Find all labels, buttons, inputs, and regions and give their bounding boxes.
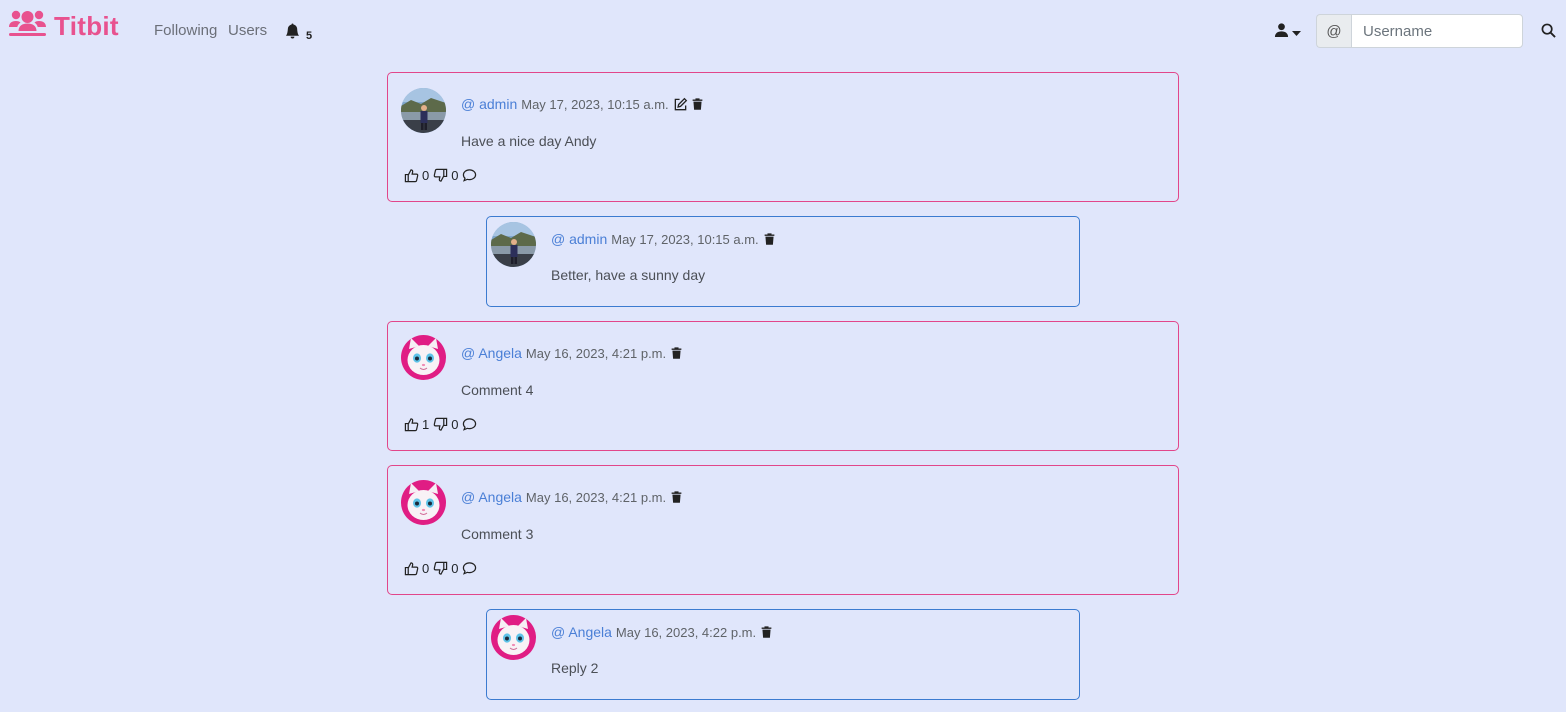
like-count: 1 — [422, 417, 430, 432]
dislike-count: 0 — [451, 561, 459, 576]
reply-text: Better, have a sunny day — [551, 267, 706, 283]
dislike-button[interactable] — [433, 417, 448, 432]
like-button[interactable] — [404, 168, 419, 183]
search-button[interactable] — [1541, 23, 1556, 43]
comment-actions: 1 0 — [404, 417, 477, 432]
author-link[interactable]: @ Angela — [551, 624, 612, 640]
comment-text: Have a nice day Andy — [461, 133, 597, 149]
comment-date: May 16, 2023, 4:21 p.m. — [525, 345, 667, 361]
reply-card: @ admin May 17, 2023, 10:15 a.m. Better,… — [486, 216, 1080, 307]
dislike-count: 0 — [451, 417, 459, 432]
trash-icon — [670, 490, 683, 504]
delete-button[interactable] — [670, 346, 683, 360]
edit-button[interactable] — [673, 97, 688, 112]
reply-card: @ Angela May 16, 2023, 4:22 p.m. Reply 2 — [486, 609, 1080, 700]
pink-cat-avatar-icon — [491, 615, 536, 660]
comment-date: May 17, 2023, 10:15 a.m. — [611, 231, 759, 247]
chat-icon — [462, 168, 477, 183]
delete-button[interactable] — [763, 232, 776, 246]
landscape-photo-avatar-icon — [401, 88, 446, 133]
trash-icon — [670, 346, 683, 360]
avatar[interactable] — [491, 222, 536, 267]
nav-following[interactable]: Following — [154, 22, 217, 39]
top-navbar: Titbit Following Users 5 @ — [0, 0, 1566, 62]
author-link[interactable]: @ Angela — [461, 345, 522, 361]
search-icon — [1541, 23, 1556, 38]
search-prefix: @ — [1316, 14, 1351, 48]
avatar[interactable] — [401, 480, 446, 525]
thumbs-down-icon — [433, 417, 448, 432]
author-link[interactable]: @ Angela — [461, 489, 522, 505]
pink-cat-avatar-icon — [401, 480, 446, 525]
comment-actions: 0 0 — [404, 168, 477, 183]
edit-icon — [673, 97, 688, 112]
delete-button[interactable] — [691, 97, 704, 111]
trash-icon — [691, 97, 704, 111]
brand-logo[interactable]: Titbit — [9, 8, 119, 43]
dislike-button[interactable] — [433, 561, 448, 576]
thumbs-up-icon — [404, 561, 419, 576]
dislike-button[interactable] — [433, 168, 448, 183]
comment-date: May 16, 2023, 4:22 p.m. — [615, 624, 757, 640]
nav-users[interactable]: Users — [228, 22, 267, 39]
comment-date: May 16, 2023, 4:21 p.m. — [525, 489, 667, 505]
users-group-icon — [9, 8, 46, 43]
chat-icon — [462, 561, 477, 576]
landscape-photo-avatar-icon — [491, 222, 536, 267]
comment-card: @ admin May 17, 2023, 10:15 a.m. Have a … — [387, 72, 1179, 202]
comment-text: Comment 4 — [461, 382, 534, 398]
comment-card: @ Angela May 16, 2023, 4:21 p.m. Comment… — [387, 465, 1179, 595]
thumbs-up-icon — [404, 168, 419, 183]
bell-icon — [285, 23, 300, 44]
avatar[interactable] — [401, 88, 446, 133]
avatar[interactable] — [491, 615, 536, 660]
like-button[interactable] — [404, 561, 419, 576]
caret-down-icon — [1292, 24, 1301, 42]
delete-button[interactable] — [760, 625, 773, 639]
reply-text: Reply 2 — [551, 660, 599, 676]
like-count: 0 — [422, 561, 430, 576]
pink-cat-avatar-icon — [401, 335, 446, 380]
user-dropdown[interactable] — [1274, 22, 1301, 43]
comment-text: Comment 3 — [461, 526, 534, 542]
notifications-button[interactable]: 5 — [285, 23, 312, 44]
user-icon — [1274, 22, 1289, 43]
author-link[interactable]: @ admin — [551, 231, 607, 247]
like-count: 0 — [422, 168, 430, 183]
trash-icon — [763, 232, 776, 246]
brand-name: Titbit — [54, 10, 119, 41]
thumbs-down-icon — [433, 561, 448, 576]
avatar[interactable] — [401, 335, 446, 380]
thumbs-down-icon — [433, 168, 448, 183]
search-input[interactable] — [1351, 14, 1523, 48]
trash-icon — [760, 625, 773, 639]
reply-button[interactable] — [462, 417, 477, 432]
search-form: @ — [1316, 14, 1523, 48]
delete-button[interactable] — [670, 490, 683, 504]
author-link[interactable]: @ admin — [461, 96, 517, 112]
reply-button[interactable] — [462, 561, 477, 576]
comment-date: May 17, 2023, 10:15 a.m. — [521, 96, 669, 112]
chat-icon — [462, 417, 477, 432]
comment-actions: 0 0 — [404, 561, 477, 576]
dislike-count: 0 — [451, 168, 459, 183]
like-button[interactable] — [404, 417, 419, 432]
thumbs-up-icon — [404, 417, 419, 432]
comment-card: @ Angela May 16, 2023, 4:21 p.m. Comment… — [387, 321, 1179, 451]
reply-button[interactable] — [462, 168, 477, 183]
notification-count: 5 — [306, 29, 313, 42]
